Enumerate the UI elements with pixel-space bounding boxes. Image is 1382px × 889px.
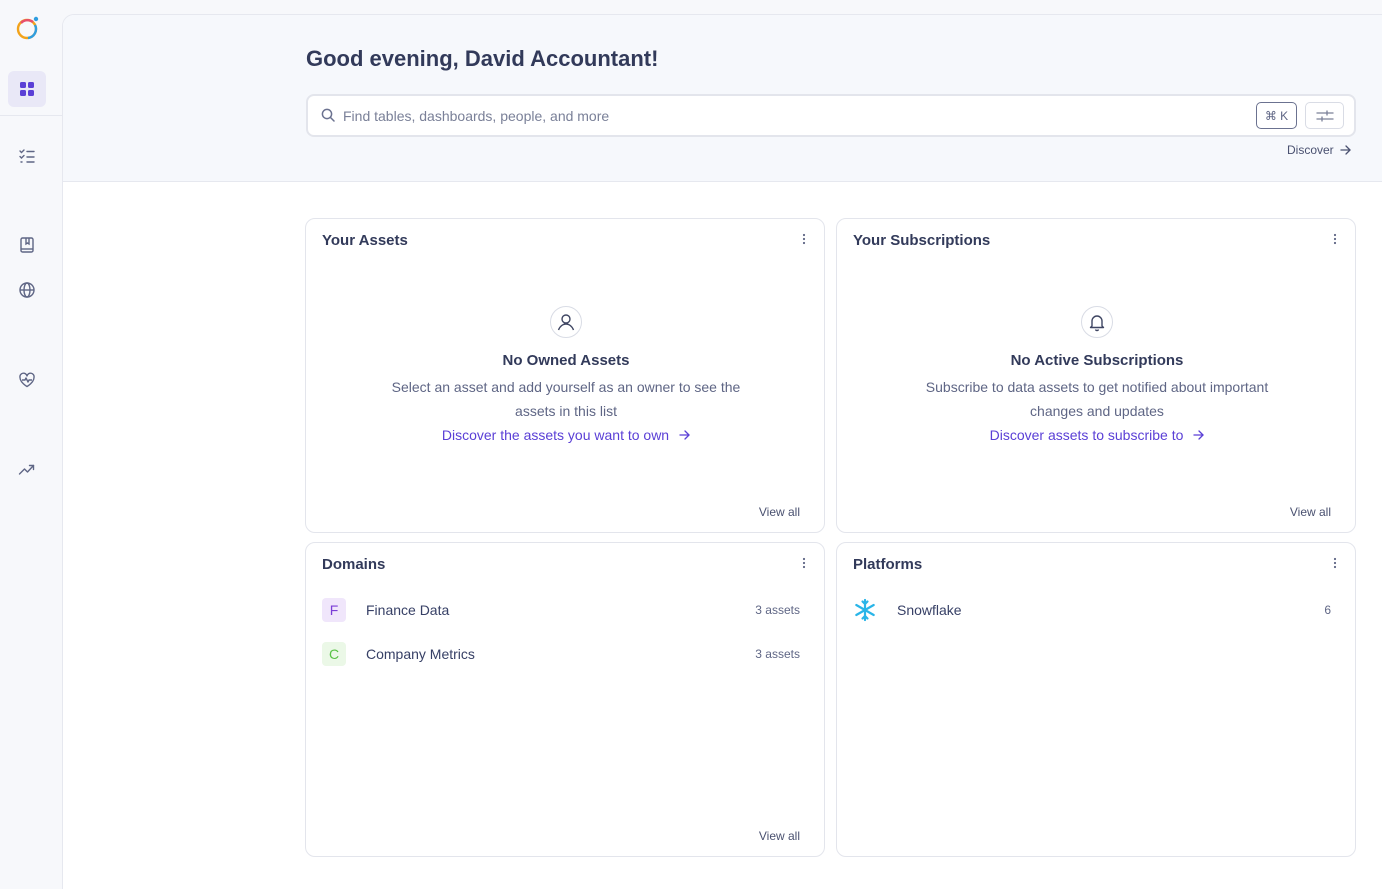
main-content: Good evening, David Accountant! ⌘ K Disc…: [62, 14, 1382, 889]
search-filter-button[interactable]: [1305, 102, 1344, 129]
your-assets-card: Your Assets No Owned Assets Select an as…: [305, 218, 825, 533]
card-title: Your Subscriptions: [853, 232, 991, 249]
sliders-icon: [1315, 109, 1334, 122]
task-list-icon: [19, 149, 35, 163]
more-vertical-icon[interactable]: [1333, 557, 1337, 569]
view-all-link[interactable]: View all: [1290, 505, 1331, 519]
search-shortcut-badge: ⌘ K: [1256, 102, 1297, 129]
bell-icon: [1081, 306, 1113, 338]
more-vertical-icon[interactable]: [802, 233, 806, 245]
empty-title: No Owned Assets: [502, 352, 630, 369]
domain-row[interactable]: C Company Metrics 3 assets: [322, 640, 800, 668]
domain-name: Finance Data: [366, 602, 450, 618]
empty-title: No Active Subscriptions: [1010, 352, 1184, 369]
search-input[interactable]: [343, 104, 1243, 128]
search-icon: [321, 108, 335, 122]
home-header: Good evening, David Accountant! ⌘ K Disc…: [63, 15, 1382, 182]
card-title: Your Assets: [322, 232, 408, 249]
sidebar-item-analytics[interactable]: [8, 451, 46, 487]
sidebar-item-domains[interactable]: [8, 272, 46, 308]
discover-subscriptions-link-label: Discover assets to subscribe to: [989, 427, 1184, 443]
arrow-right-icon: [1193, 430, 1205, 440]
card-title: Domains: [322, 556, 386, 573]
domain-row[interactable]: F Finance Data 3 assets: [322, 596, 800, 624]
view-all-link[interactable]: View all: [759, 505, 800, 519]
platforms-card: Platforms Snowflake 6: [836, 542, 1356, 857]
datahub-logo[interactable]: [14, 14, 42, 42]
search-bar[interactable]: ⌘ K: [306, 94, 1356, 137]
card-title: Platforms: [853, 556, 923, 573]
trending-chart-icon: [18, 464, 35, 475]
discover-label: Discover: [1287, 143, 1334, 157]
grid-icon: [20, 82, 34, 96]
domains-card: Domains F Finance Data 3 assets C Compan…: [305, 542, 825, 857]
greeting-title: Good evening, David Accountant!: [306, 46, 659, 71]
empty-state: No Owned Assets Select an asset and add …: [306, 306, 826, 445]
your-subscriptions-card: Your Subscriptions No Active Subscriptio…: [836, 218, 1356, 533]
arrow-right-icon: [679, 430, 690, 440]
sidebar-item-tasks[interactable]: [8, 138, 46, 174]
sidebar: [0, 0, 62, 889]
sidebar-item-health[interactable]: [8, 362, 46, 398]
user-icon: [550, 306, 582, 338]
empty-state: No Active Subscriptions Subscribe to dat…: [837, 306, 1357, 445]
domain-avatar: C: [322, 642, 346, 666]
health-heart-icon: [19, 372, 35, 388]
glossary-book-icon: [20, 237, 34, 253]
discover-subscriptions-link[interactable]: Discover assets to subscribe to: [990, 427, 1205, 443]
view-all-link[interactable]: View all: [759, 829, 800, 843]
empty-description: Select an asset and add yourself as an o…: [391, 379, 741, 419]
sidebar-divider: [0, 115, 62, 116]
domain-asset-count: 3 assets: [755, 603, 800, 617]
more-vertical-icon[interactable]: [1333, 233, 1337, 245]
discover-assets-link[interactable]: Discover the assets you want to own: [442, 427, 690, 443]
globe-icon: [19, 282, 35, 298]
arrow-right-icon: [1340, 145, 1351, 155]
domain-asset-count: 3 assets: [755, 647, 800, 661]
discover-link[interactable]: Discover: [1287, 143, 1351, 157]
more-vertical-icon[interactable]: [802, 557, 806, 569]
platform-name: Snowflake: [897, 602, 962, 618]
discover-assets-link-label: Discover the assets you want to own: [441, 427, 670, 443]
domain-avatar: F: [322, 598, 346, 622]
domain-name: Company Metrics: [366, 646, 475, 662]
platform-row[interactable]: Snowflake 6: [853, 596, 1331, 624]
platform-asset-count: 6: [1324, 603, 1331, 617]
empty-description: Subscribe to data assets to get notified…: [925, 379, 1269, 419]
sidebar-item-glossary[interactable]: [8, 227, 46, 263]
snowflake-icon: [855, 598, 875, 622]
sidebar-item-home[interactable]: [8, 71, 46, 107]
